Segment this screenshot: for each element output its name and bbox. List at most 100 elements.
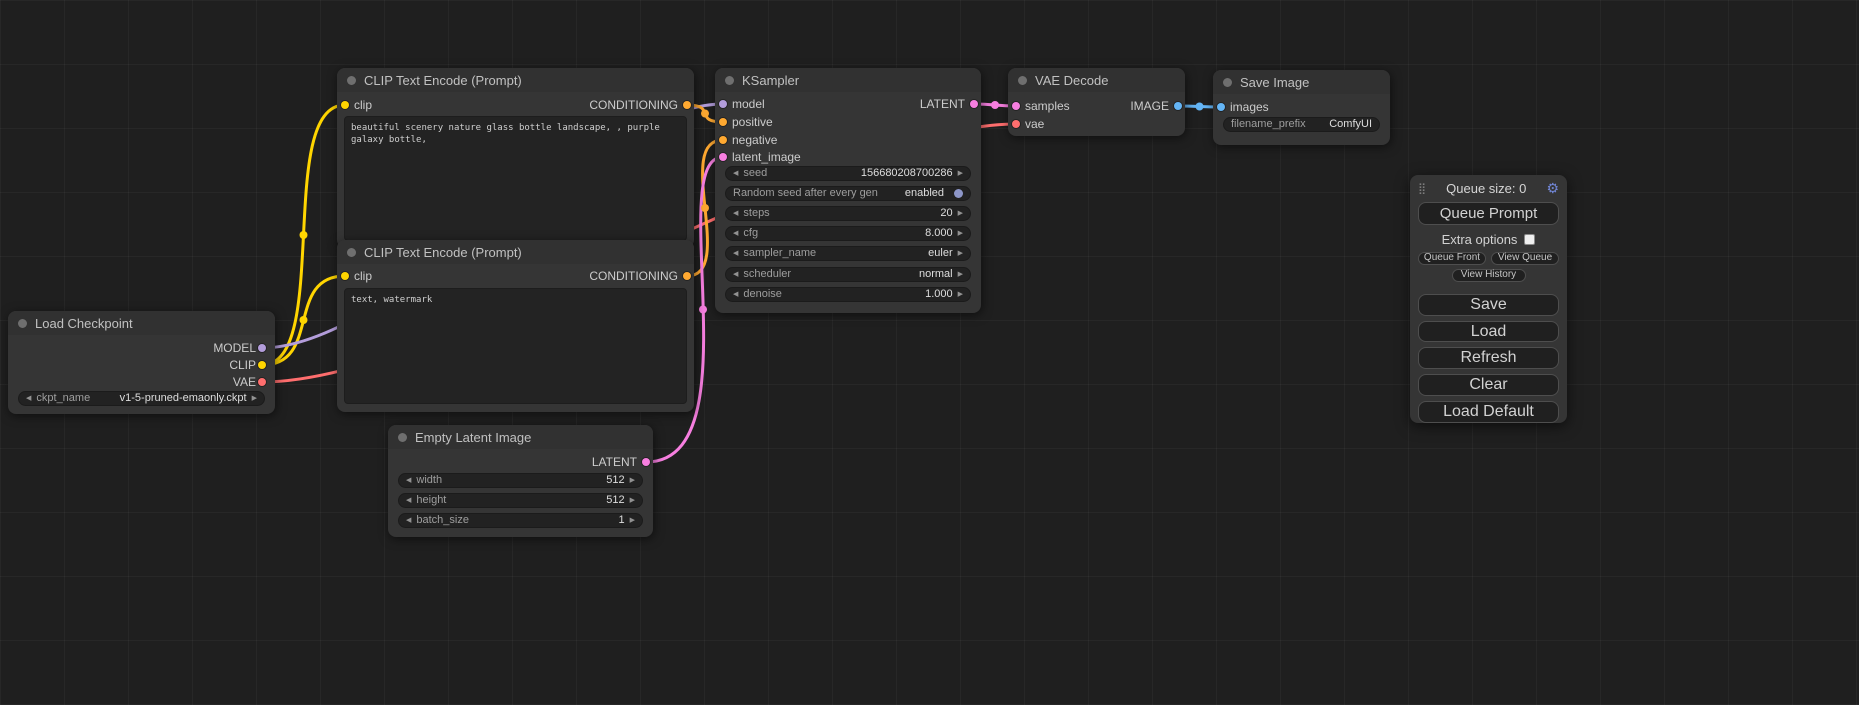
widget-width[interactable]: ◀ width 512 ▶	[398, 473, 643, 488]
output-slot-latent: LATENT	[388, 455, 653, 469]
slot-label: CLIP	[229, 358, 256, 372]
decrement-arrow-icon[interactable]: ◀	[733, 247, 738, 260]
collapse-dot[interactable]	[398, 433, 407, 442]
toggle-indicator[interactable]	[954, 189, 963, 198]
decrement-arrow-icon[interactable]: ◀	[733, 227, 738, 240]
decrement-arrow-icon[interactable]: ◀	[26, 392, 31, 405]
widget-height[interactable]: ◀ height 512 ▶	[398, 493, 643, 508]
clip-output-dot[interactable]	[258, 361, 266, 369]
vae-output-dot[interactable]	[258, 378, 266, 386]
decrement-arrow-icon[interactable]: ◀	[406, 494, 411, 507]
conditioning-output-dot[interactable]	[683, 101, 691, 109]
refresh-button[interactable]: Refresh	[1418, 347, 1559, 369]
drag-handle-icon[interactable]: ⣿	[1418, 182, 1426, 195]
load-default-button[interactable]: Load Default	[1418, 401, 1559, 423]
node-title-bar[interactable]: VAE Decode	[1008, 68, 1185, 92]
clear-button[interactable]: Clear	[1418, 374, 1559, 396]
increment-arrow-icon[interactable]: ▶	[630, 514, 635, 527]
increment-arrow-icon[interactable]: ▶	[958, 288, 963, 301]
widget-steps[interactable]: ◀ steps 20 ▶	[725, 206, 971, 221]
widget-sampler-name[interactable]: ◀ sampler_name euler ▶	[725, 246, 971, 261]
increment-arrow-icon[interactable]: ▶	[630, 494, 635, 507]
node-ksampler[interactable]: KSampler model LATENT positive negative …	[715, 68, 981, 313]
negative-input-dot[interactable]	[719, 136, 727, 144]
node-title-bar[interactable]: KSampler	[715, 68, 981, 92]
conditioning-output-dot[interactable]	[683, 272, 691, 280]
queue-prompt-button[interactable]: Queue Prompt	[1418, 202, 1559, 225]
increment-arrow-icon[interactable]: ▶	[958, 227, 963, 240]
settings-gear-icon[interactable]: ⚙	[1546, 180, 1559, 197]
latent-output-dot[interactable]	[642, 458, 650, 466]
node-graph-canvas[interactable]: Load Checkpoint MODEL CLIP VAE ◀ ckpt_na…	[0, 0, 1859, 705]
load-button[interactable]: Load	[1418, 321, 1559, 343]
link-midpoint-dot	[699, 306, 707, 314]
node-empty-latent-image[interactable]: Empty Latent Image LATENT ◀ width 512 ▶ …	[388, 425, 653, 537]
extra-options-checkbox[interactable]	[1524, 234, 1535, 245]
collapse-dot[interactable]	[1223, 78, 1232, 87]
node-title-bar[interactable]: Save Image	[1213, 70, 1390, 94]
image-output-dot[interactable]	[1174, 102, 1182, 110]
increment-arrow-icon[interactable]: ▶	[958, 247, 963, 260]
node-title-bar[interactable]: CLIP Text Encode (Prompt)	[337, 240, 694, 264]
widget-batch-size[interactable]: ◀ batch_size 1 ▶	[398, 513, 643, 528]
widget-filename-prefix[interactable]: filename_prefix ComfyUI	[1223, 117, 1380, 132]
collapse-dot[interactable]	[725, 76, 734, 85]
node-title-bar[interactable]: CLIP Text Encode (Prompt)	[337, 68, 694, 92]
node-title: Load Checkpoint	[35, 316, 133, 331]
widget-cfg[interactable]: ◀ cfg 8.000 ▶	[725, 226, 971, 241]
increment-arrow-icon[interactable]: ▶	[252, 392, 257, 405]
queue-front-button[interactable]: Queue Front	[1418, 252, 1486, 265]
decrement-arrow-icon[interactable]: ◀	[733, 268, 738, 281]
increment-arrow-icon[interactable]: ▶	[958, 167, 963, 180]
widget-scheduler[interactable]: ◀ scheduler normal ▶	[725, 267, 971, 282]
decrement-arrow-icon[interactable]: ◀	[733, 288, 738, 301]
collapse-dot[interactable]	[1018, 76, 1027, 85]
widget-ckpt-name[interactable]: ◀ ckpt_name v1-5-pruned-emaonly.ckpt ▶	[18, 391, 265, 406]
positive-input-dot[interactable]	[719, 118, 727, 126]
link-midpoint-dot	[701, 204, 709, 212]
prompt-textarea[interactable]: beautiful scenery nature glass bottle la…	[344, 116, 687, 241]
latent-image-input-dot[interactable]	[719, 153, 727, 161]
images-input-dot[interactable]	[1217, 103, 1225, 111]
collapse-dot[interactable]	[18, 319, 27, 328]
input-slot-images: images	[1213, 100, 1390, 114]
latent-output-dot[interactable]	[970, 100, 978, 108]
slot-label: vae	[1025, 117, 1044, 131]
widget-denoise[interactable]: ◀ denoise 1.000 ▶	[725, 287, 971, 302]
vae-input-dot[interactable]	[1012, 120, 1020, 128]
queue-menu-panel: ⣿ Queue size: 0 ⚙ Queue Prompt Extra opt…	[1410, 175, 1567, 423]
node-load-checkpoint[interactable]: Load Checkpoint MODEL CLIP VAE ◀ ckpt_na…	[8, 311, 275, 414]
node-clip-text-encode-positive[interactable]: CLIP Text Encode (Prompt) clip CONDITION…	[337, 68, 694, 248]
slot-label: images	[1230, 100, 1269, 114]
link-midpoint-dot	[300, 316, 308, 324]
decrement-arrow-icon[interactable]: ◀	[733, 207, 738, 220]
collapse-dot[interactable]	[347, 76, 356, 85]
slot-label: positive	[732, 115, 773, 129]
model-output-dot[interactable]	[258, 344, 266, 352]
collapse-dot[interactable]	[347, 248, 356, 257]
view-history-button[interactable]: View History	[1452, 269, 1526, 282]
save-button[interactable]: Save	[1418, 294, 1559, 316]
output-slot-model: MODEL	[8, 341, 275, 355]
menu-header: ⣿ Queue size: 0 ⚙	[1418, 180, 1559, 198]
node-clip-text-encode-negative[interactable]: CLIP Text Encode (Prompt) clip CONDITION…	[337, 240, 694, 412]
queue-actions-row: Queue Front View Queue	[1418, 252, 1559, 265]
input-slot-latent-image: latent_image	[715, 150, 981, 164]
decrement-arrow-icon[interactable]: ◀	[406, 514, 411, 527]
increment-arrow-icon[interactable]: ▶	[630, 474, 635, 487]
link-midpoint-dot	[991, 101, 999, 109]
decrement-arrow-icon[interactable]: ◀	[406, 474, 411, 487]
extra-options-row: Extra options	[1418, 233, 1559, 246]
view-queue-button[interactable]: View Queue	[1491, 252, 1559, 265]
slot-label: CONDITIONING	[589, 269, 678, 283]
widget-random-seed-toggle[interactable]: Random seed after every gen enabled	[725, 186, 971, 201]
prompt-textarea[interactable]: text, watermark	[344, 288, 687, 404]
node-title-bar[interactable]: Empty Latent Image	[388, 425, 653, 449]
widget-seed[interactable]: ◀ seed 156680208700286 ▶	[725, 166, 971, 181]
increment-arrow-icon[interactable]: ▶	[958, 207, 963, 220]
node-title-bar[interactable]: Load Checkpoint	[8, 311, 275, 335]
increment-arrow-icon[interactable]: ▶	[958, 268, 963, 281]
node-vae-decode[interactable]: VAE Decode samples IMAGE vae	[1008, 68, 1185, 136]
node-save-image[interactable]: Save Image images filename_prefix ComfyU…	[1213, 70, 1390, 145]
decrement-arrow-icon[interactable]: ◀	[733, 167, 738, 180]
